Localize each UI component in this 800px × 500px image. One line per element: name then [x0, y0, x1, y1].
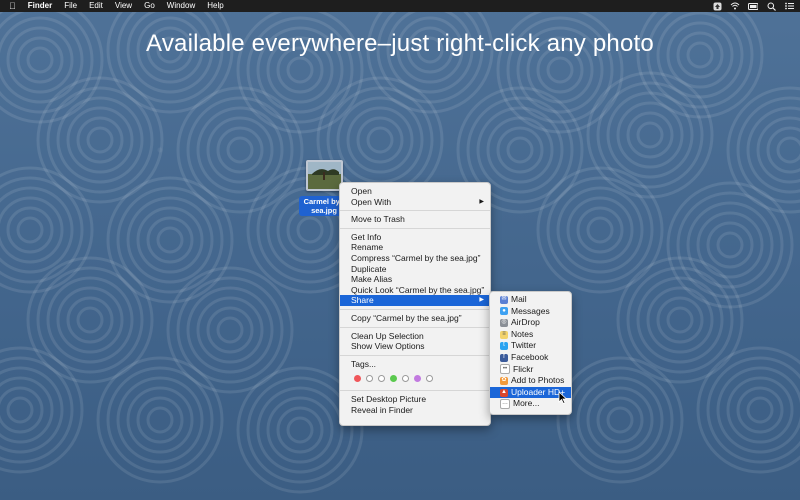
menu-separator — [340, 308, 490, 310]
menu-separator — [340, 227, 490, 229]
menu-item-share[interactable]: Share ▶ — [340, 295, 490, 306]
menu-item-set-desktop-picture[interactable]: Set Desktop Picture — [340, 394, 490, 405]
share-item-label: Uploader HD+ — [511, 386, 566, 397]
uploader-status-icon[interactable] — [712, 2, 722, 11]
tag-color-dot[interactable] — [354, 374, 361, 382]
menu-help[interactable]: Help — [201, 0, 229, 12]
airdrop-icon: ◎ — [500, 318, 508, 327]
search-icon[interactable] — [766, 2, 776, 11]
share-item-mail[interactable]: ✉ Mail — [490, 294, 571, 306]
tag-color-dot[interactable] — [402, 374, 409, 382]
share-item-label: Notes — [511, 328, 534, 339]
menu-separator — [340, 210, 490, 212]
wifi-icon[interactable] — [730, 2, 740, 11]
notes-icon: ≡ — [500, 330, 508, 339]
share-item-label: AirDrop — [511, 317, 540, 328]
menu-item-rename[interactable]: Rename — [340, 242, 490, 253]
tag-color-dot[interactable] — [426, 374, 433, 382]
menu-item-make-alias[interactable]: Make Alias — [340, 274, 490, 285]
mouse-pointer-icon — [558, 391, 567, 404]
facebook-icon: f — [500, 353, 508, 362]
menu-item-tags[interactable]: Tags... — [340, 359, 490, 370]
menu-separator — [340, 326, 490, 328]
share-item-label: Flickr — [513, 363, 534, 374]
share-label: Share — [351, 295, 374, 306]
headline: Available everywhere–just right-click an… — [146, 30, 654, 57]
flickr-icon: •• — [500, 364, 510, 375]
menu-go[interactable]: Go — [138, 0, 161, 12]
more-icon: … — [500, 399, 510, 410]
share-item-label: Facebook — [511, 351, 549, 362]
photos-icon: ✿ — [500, 376, 508, 385]
share-item-messages[interactable]: ● Messages — [490, 306, 571, 318]
menu-edit[interactable]: Edit — [83, 0, 109, 12]
tag-color-dot[interactable] — [414, 374, 421, 382]
share-item-label: Add to Photos — [511, 375, 565, 386]
share-item-label: Messages — [511, 305, 550, 316]
menu-item-move-to-trash[interactable]: Move to Trash — [340, 214, 490, 225]
share-item-airdrop[interactable]: ◎ AirDrop — [490, 317, 571, 329]
share-item-flickr[interactable]: •• Flickr — [490, 364, 571, 376]
menu-file[interactable]: File — [58, 0, 83, 12]
menu-item-clean-up[interactable]: Clean Up Selection — [340, 331, 490, 342]
share-item-twitter[interactable]: t Twitter — [490, 340, 571, 352]
apple-menu-icon[interactable]:  — [0, 0, 22, 12]
menu-item-view-options[interactable]: Show View Options — [340, 341, 490, 352]
share-item-notes[interactable]: ≡ Notes — [490, 329, 571, 341]
menu-item-duplicate[interactable]: Duplicate — [340, 264, 490, 275]
mail-icon: ✉ — [500, 295, 508, 304]
menu-item-get-info[interactable]: Get Info — [340, 232, 490, 243]
file-thumbnail — [305, 160, 343, 191]
share-item-label: Mail — [511, 294, 527, 304]
menu-app-name[interactable]: Finder — [22, 0, 58, 12]
menu-item-reveal-in-finder[interactable]: Reveal in Finder — [340, 405, 490, 416]
tag-color-dot[interactable] — [390, 374, 397, 382]
share-item-facebook[interactable]: f Facebook — [490, 352, 571, 364]
twitter-icon: t — [500, 342, 508, 351]
menu-item-open[interactable]: Open — [340, 186, 490, 197]
notification-center-icon[interactable] — [784, 2, 794, 11]
share-item-label: More... — [513, 398, 540, 409]
tag-color-dot[interactable] — [378, 374, 385, 382]
tag-color-row — [340, 369, 490, 387]
submenu-arrow-icon: ▶ — [479, 297, 484, 304]
battery-icon[interactable] — [748, 2, 758, 11]
uploader-icon: ▲ — [500, 388, 508, 397]
submenu-arrow-icon: ▶ — [479, 198, 484, 205]
messages-icon: ● — [500, 307, 508, 316]
open-with-label: Open With — [351, 196, 392, 207]
menu-view[interactable]: View — [109, 0, 138, 12]
menu-separator — [340, 390, 490, 392]
menu-item-compress[interactable]: Compress “Carmel by the sea.jpg” — [340, 253, 490, 264]
menu-item-open-with[interactable]: Open With ▶ — [340, 197, 490, 208]
menu-window[interactable]: Window — [161, 0, 201, 12]
menu-item-copy[interactable]: Copy “Carmel by the sea.jpg” — [340, 313, 490, 324]
share-item-label: Twitter — [511, 340, 537, 351]
menu-separator — [340, 354, 490, 356]
menu-bar:  Finder File Edit View Go Window Help — [0, 0, 800, 12]
share-item-add-to-photos[interactable]: ✿ Add to Photos — [490, 375, 571, 387]
menu-item-quick-look[interactable]: Quick Look “Carmel by the sea.jpg” — [340, 285, 490, 296]
context-menu: Open Open With ▶ Move to Trash Get Info R… — [339, 182, 491, 426]
tag-color-dot[interactable] — [366, 374, 373, 382]
